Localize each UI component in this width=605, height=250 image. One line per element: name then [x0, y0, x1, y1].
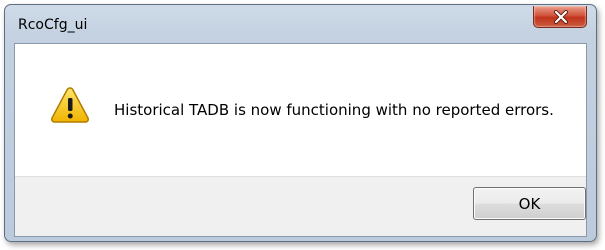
close-icon — [554, 10, 568, 24]
ok-button[interactable]: OK — [473, 187, 586, 220]
close-button[interactable] — [533, 6, 587, 28]
dialog-message: Historical TADB is now functioning with … — [114, 101, 554, 119]
dialog-body: Historical TADB is now functioning with … — [14, 43, 587, 237]
window-title: RcoCfg_ui — [18, 17, 88, 33]
warning-icon — [51, 87, 89, 123]
title-bar[interactable]: RcoCfg_ui — [5, 5, 596, 43]
message-dialog: RcoCfg_ui Historical TADB is now functio… — [4, 4, 597, 242]
